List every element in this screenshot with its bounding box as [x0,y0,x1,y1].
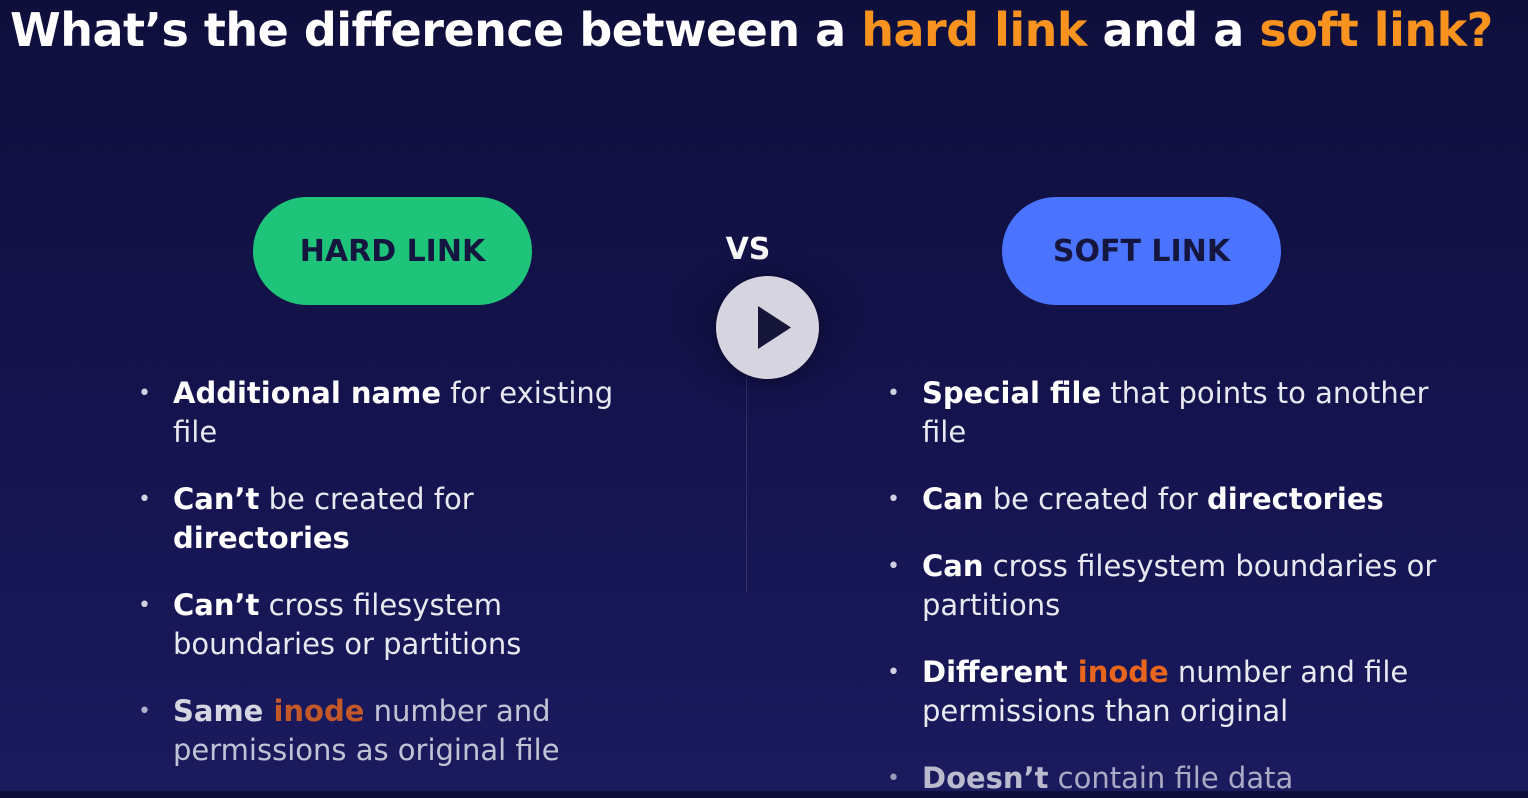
bullet-icon: • [138,593,151,618]
title-part2: and a [1087,3,1260,57]
bullet-icon: • [887,766,900,791]
list-item: • Can cross filesystem boundaries or part… [887,547,1447,625]
bullet-icon: • [138,699,151,724]
point-bold: Can [922,549,984,583]
title-part1: What’s the difference between a [10,3,862,57]
bullet-icon: • [887,487,900,512]
point-bold: Doesn’t [922,761,1049,795]
list-item: • Additional name for existing file [138,374,638,452]
list-item: • Different inode number and file permiss… [887,653,1447,731]
point-bold: Different [922,655,1078,689]
point-bold-2: directories [1206,482,1384,516]
bullet-icon: • [887,381,900,406]
point-bold: Special file [922,376,1102,410]
bullet-icon: • [887,660,900,685]
point-bold: Can’t [173,588,260,622]
list-item: • Can’t be created for directories [138,480,638,558]
hard-link-badge: HARD LINK [253,197,532,305]
title-highlight-hard-link: hard link [861,3,1087,57]
point-text: cross filesystem boundaries or partition… [922,549,1437,622]
point-text: contain file data [1048,761,1294,795]
list-item: • Same inode number and permissions as or… [138,692,638,770]
play-icon [758,306,791,349]
play-button[interactable] [716,276,819,379]
list-item: • Can be created for directories [887,480,1447,519]
title-highlight-soft-link: soft link? [1259,3,1493,57]
point-bold: Can [922,482,984,516]
point-bold-2: directories [173,521,350,555]
bullet-icon: • [138,487,151,512]
point-bold: Same [173,694,274,728]
list-item: • Special file that points to another fil… [887,374,1447,452]
point-bold: Can’t [173,482,260,516]
point-text: be created for [259,482,474,516]
list-item: • Doesn’t contain file data [887,759,1447,798]
point-text: be created for [983,482,1207,516]
bullet-icon: • [138,381,151,406]
soft-link-badge: SOFT LINK [1002,197,1281,305]
list-item: • Can’t cross filesystem boundaries or pa… [138,586,638,664]
page-title: What’s the difference between a hard lin… [10,0,1520,62]
bullet-icon: • [887,554,900,579]
point-bold: Additional name [173,376,441,410]
point-highlight-inode: inode [1077,655,1169,689]
point-highlight-inode: inode [273,694,365,728]
